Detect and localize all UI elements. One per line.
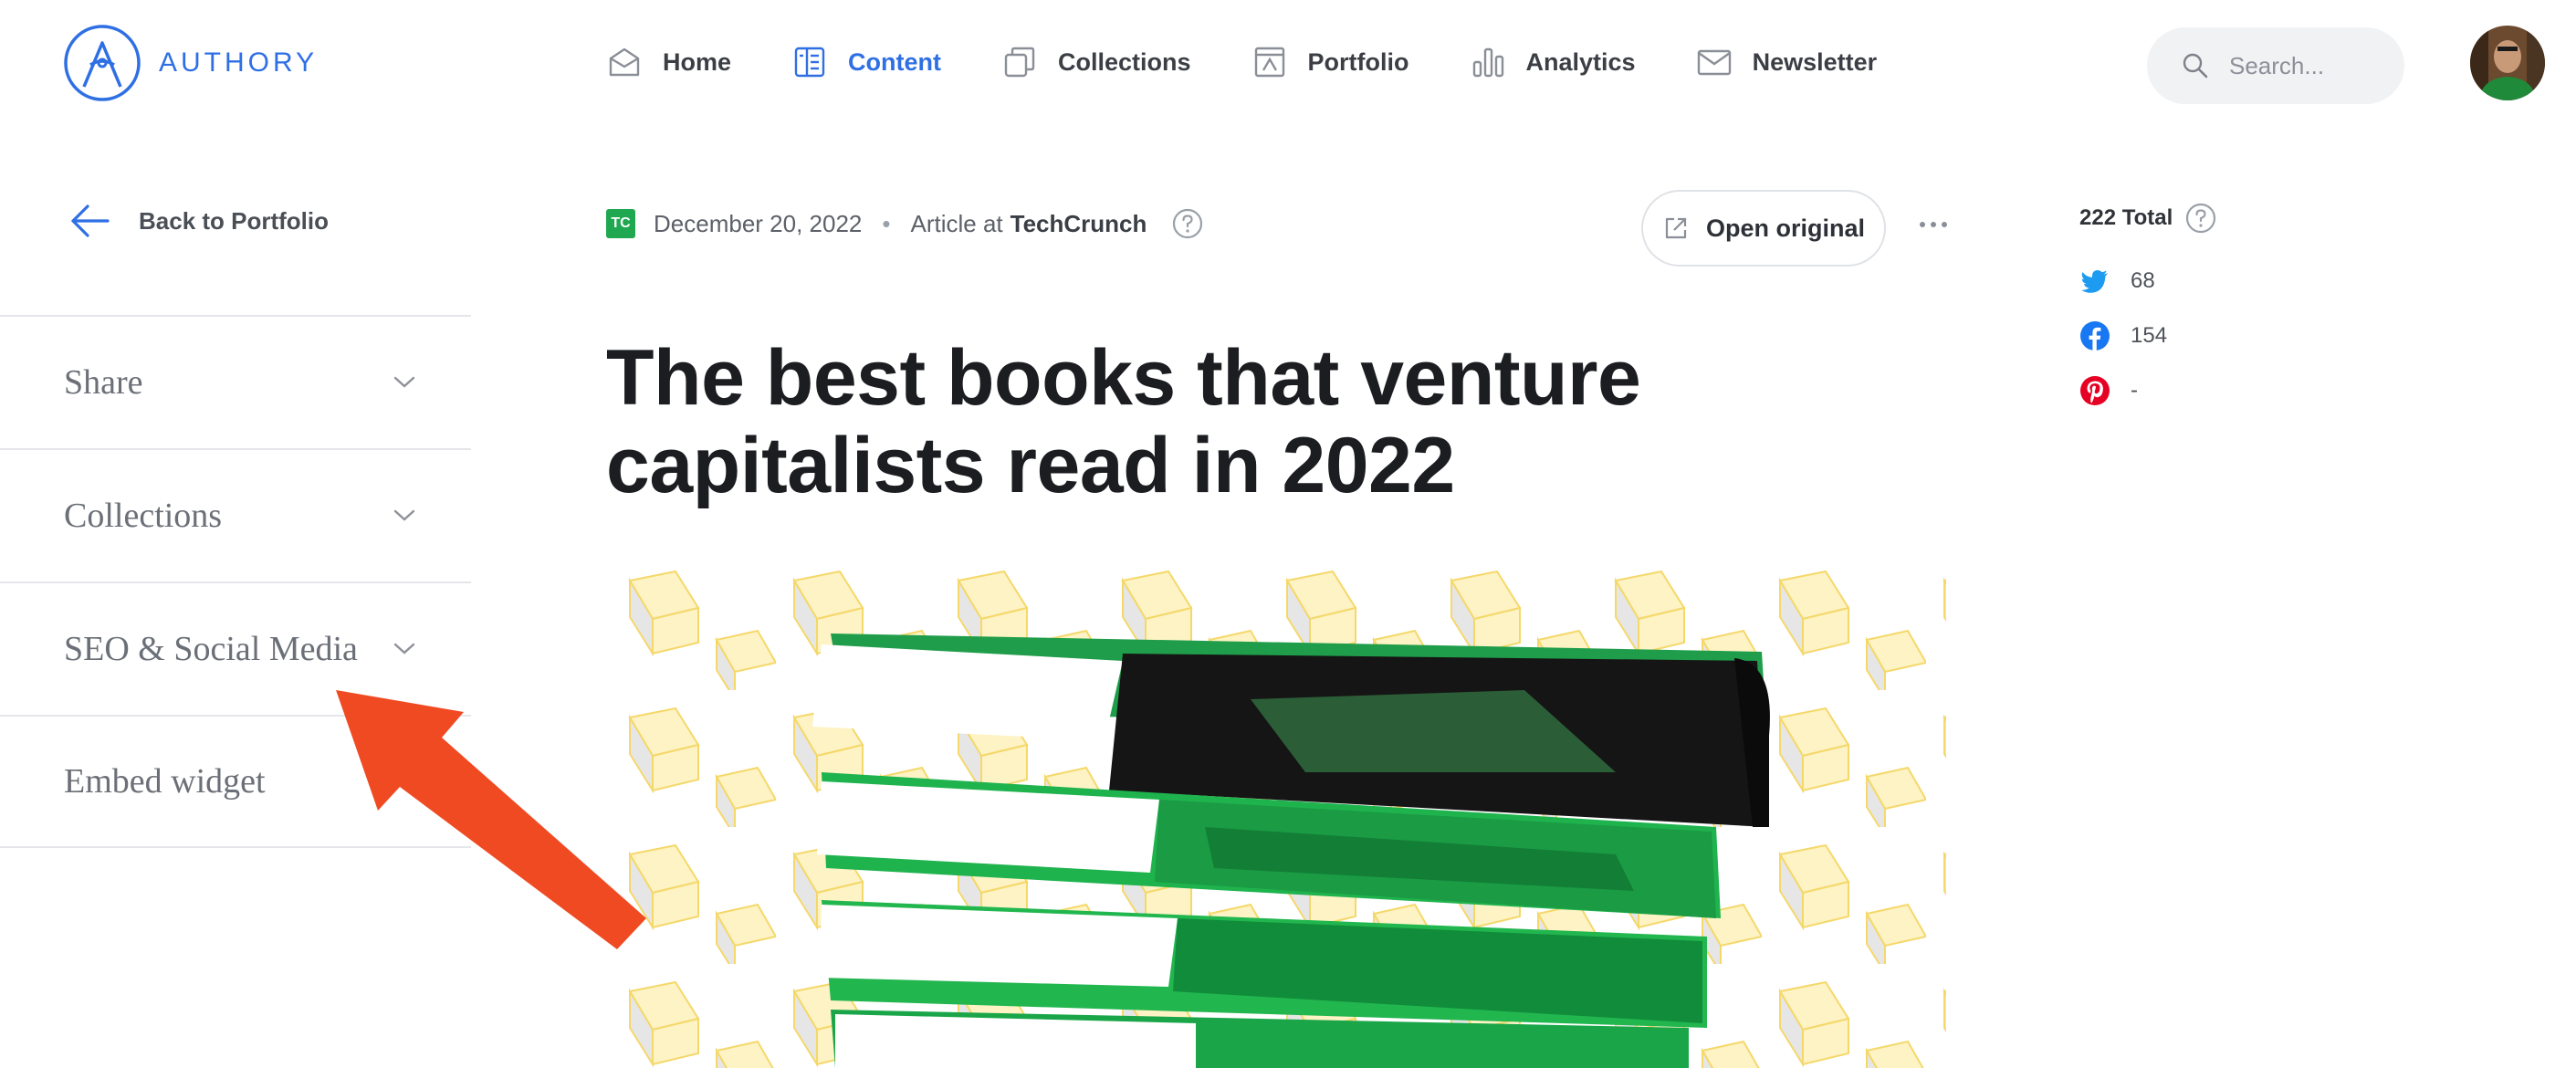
chevron-down-icon: [393, 509, 415, 521]
more-horizontal-icon: [1920, 222, 1947, 227]
brand-name: AUTHORY: [159, 47, 319, 78]
meta-separator: •: [882, 209, 891, 237]
twitter-icon: [2081, 270, 2108, 293]
authory-logo-icon: [64, 25, 141, 101]
stat-row-facebook: 154: [2079, 309, 2216, 363]
home-icon: [609, 47, 640, 77]
facebook-icon: [2080, 321, 2110, 351]
chevron-down-icon: [393, 643, 415, 654]
nav-analytics[interactable]: Analytics: [1470, 37, 1636, 88]
authory-logo[interactable]: AUTHORY: [62, 23, 318, 103]
chevron-down-icon: [393, 376, 415, 388]
nav-collections-label: Collections: [1058, 47, 1191, 76]
article-meta: TC December 20, 2022 • Article at TechCr…: [606, 208, 1203, 239]
accordion-seo-social[interactable]: SEO & Social Media: [0, 581, 471, 715]
accordion-seo-social-label: SEO & Social Media: [64, 630, 358, 668]
back-to-portfolio-label: Back to Portfolio: [139, 206, 330, 235]
article-publisher: TechCrunch: [1010, 209, 1147, 237]
stat-pinterest-value: -: [2131, 378, 2138, 403]
stat-row-twitter: 68: [2079, 254, 2216, 309]
content-icon: [794, 47, 825, 78]
accordion-embed-widget[interactable]: Embed widget: [0, 715, 471, 848]
more-options-button[interactable]: [1915, 206, 1952, 243]
portfolio-icon: [1254, 47, 1284, 78]
newsletter-icon: [1697, 49, 1731, 76]
article-title: The best books that venture capitalists …: [606, 334, 1641, 509]
nav-collections[interactable]: Collections: [1001, 37, 1191, 88]
help-icon[interactable]: [2185, 203, 2216, 234]
accordion-collections[interactable]: Collections: [0, 448, 471, 581]
main-nav: Home Content Collections Portfolio Analy…: [606, 37, 1937, 88]
nav-newsletter-label: Newsletter: [1752, 47, 1878, 76]
nav-home[interactable]: Home: [606, 37, 731, 88]
avatar[interactable]: [2470, 26, 2545, 100]
stats-total-label: 222 Total: [2079, 205, 2173, 230]
share-stats-panel: 222 Total 68 154 -: [2079, 203, 2216, 418]
stats-total: 222 Total: [2079, 203, 2216, 234]
user-avatar-photo: [2470, 26, 2545, 100]
nav-analytics-label: Analytics: [1525, 47, 1636, 76]
techcrunch-logo-icon: TC: [606, 209, 635, 238]
article-hero-image: [612, 553, 1946, 1068]
top-bar: AUTHORY Home Content Collections Portfol…: [0, 0, 2576, 128]
help-icon[interactable]: [1172, 208, 1203, 239]
open-original-button[interactable]: Open original: [1641, 190, 1886, 267]
back-to-portfolio-link[interactable]: Back to Portfolio: [69, 203, 329, 239]
nav-portfolio[interactable]: Portfolio: [1251, 37, 1409, 88]
accordion-collections-label: Collections: [64, 497, 223, 535]
nav-content-label: Content: [848, 47, 941, 76]
nav-home-label: Home: [663, 47, 732, 76]
article-type: Article at: [910, 209, 1003, 237]
sidebar-accordion: Share Collections SEO & Social Media Emb…: [0, 315, 471, 848]
stat-twitter-value: 68: [2131, 268, 2155, 293]
nav-content[interactable]: Content: [791, 37, 941, 88]
external-link-icon: [1665, 217, 1687, 239]
search-icon: [2183, 53, 2208, 79]
accordion-embed-widget-label: Embed widget: [64, 762, 266, 801]
search-box[interactable]: [2147, 27, 2404, 104]
nav-portfolio-label: Portfolio: [1307, 47, 1409, 76]
accordion-share[interactable]: Share: [0, 315, 471, 448]
stacked-books-illustration: [612, 553, 1946, 1068]
accordion-share-label: Share: [64, 363, 143, 402]
open-original-label: Open original: [1705, 214, 1865, 242]
analytics-icon: [1472, 47, 1503, 78]
arrow-left-icon: [71, 204, 110, 237]
collections-icon: [1004, 47, 1035, 78]
nav-newsletter[interactable]: Newsletter: [1696, 37, 1878, 88]
article-date: December 20, 2022: [654, 209, 863, 237]
pinterest-icon: [2080, 376, 2110, 405]
stat-facebook-value: 154: [2131, 323, 2168, 348]
chevron-down-icon: [393, 775, 415, 787]
search-input[interactable]: [2229, 51, 2384, 80]
stat-row-pinterest: -: [2079, 363, 2216, 418]
